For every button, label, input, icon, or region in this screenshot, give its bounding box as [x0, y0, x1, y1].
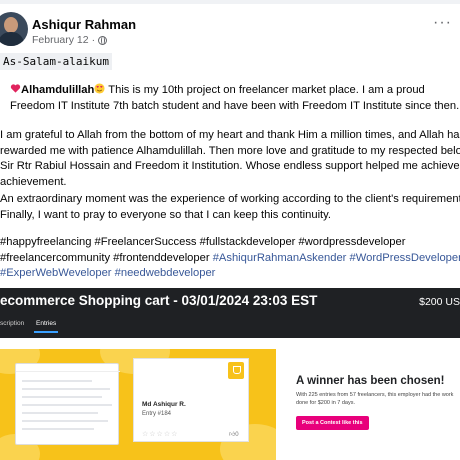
winner-headline: A winner has been chosen!	[296, 375, 445, 387]
preview-row	[22, 388, 110, 390]
preview-header	[16, 364, 120, 372]
post-date[interactable]: February 12	[32, 34, 89, 46]
entry-author[interactable]: Md Ashiqur R.	[142, 401, 186, 408]
p2-line-4: achievement.	[0, 176, 67, 189]
post-meta: February 12 ·	[32, 34, 108, 46]
post-paragraph-1: Alhamdulillah This is my 10th project on…	[10, 83, 459, 114]
project-title: ecommerce Shopping cart - 03/01/2024 23:…	[0, 293, 318, 308]
hashtag-link-needwebdeveloper[interactable]: #needwebdeveloper	[115, 267, 216, 279]
p1-line-1: This is my 10th project on freelancer ma…	[105, 84, 425, 96]
p2-line-3: Sir Rtr Rabiul Hossain and Freedom it In…	[0, 160, 460, 173]
hashtag-link-wordpress[interactable]: #WordPressDeveloper	[350, 252, 460, 264]
hashtags-line-1: #happyfreelancing #FreelancerSuccess #fu…	[0, 236, 406, 248]
tab-entries[interactable]: Entries	[34, 320, 59, 333]
greeting-text: As-Salam-alaikum	[0, 53, 112, 70]
more-options-icon[interactable]: ···	[433, 14, 452, 32]
rating-stars-icon: ☆☆☆☆☆	[142, 431, 179, 438]
p1-line-2: Freedom IT Institute 7th batch student a…	[10, 99, 460, 112]
hashtags-line-2: #freelancercommunity #frontenddeveloper	[0, 251, 213, 264]
project-price: $200 US	[419, 296, 460, 308]
post-paragraph-3: An extraordinary moment was the experien…	[0, 192, 460, 223]
like-count[interactable]: 👍︎0	[229, 430, 239, 438]
p2-line-1: I am grateful to Allah from the bottom o…	[0, 129, 460, 141]
avatar-face	[4, 17, 18, 33]
preview-row	[22, 420, 108, 422]
hashtag-link-askender[interactable]: #AshiqurRahmanAskender	[213, 252, 347, 264]
winner-description: With 225 entries from 57 freelancers, th…	[296, 392, 454, 406]
preview-row	[22, 412, 98, 414]
post-paragraph-2: I am grateful to Allah from the bottom o…	[0, 128, 460, 191]
preview-row	[22, 404, 112, 406]
heart-eyes-emoji-icon	[94, 83, 105, 94]
entry-preview-thumbnail[interactable]	[15, 363, 120, 445]
p2-line-2: rewarded me with patience Alhamdulillah.…	[0, 144, 460, 157]
post-contest-button[interactable]: Post a Contest like this	[296, 416, 369, 430]
hashtag-link-experweb[interactable]: #ExperWebWeveloper	[0, 267, 112, 279]
p3-line-1: An extraordinary moment was the experien…	[0, 193, 460, 205]
trophy-icon	[228, 362, 244, 379]
avatar-body	[0, 32, 24, 46]
globe-icon	[98, 35, 108, 45]
preview-row	[22, 428, 94, 430]
date-separator: ·	[91, 34, 96, 46]
preview-row	[22, 380, 92, 382]
alhamdulillah-text: Alhamdulillah	[21, 84, 95, 96]
p3-line-2: Finally, I want to pray to everyone so t…	[0, 208, 332, 221]
heart-icon	[10, 84, 21, 93]
post-card: Ashiqur Rahman February 12 · ··· As-Sala…	[0, 0, 460, 460]
hashtags: #happyfreelancing #FreelancerSuccess #fu…	[0, 235, 460, 282]
feed-divider	[0, 0, 460, 4]
preview-row	[22, 396, 102, 398]
like-count-value: 0	[235, 432, 239, 438]
tab-description[interactable]: scription	[0, 320, 24, 327]
avatar[interactable]	[0, 12, 28, 46]
author-name[interactable]: Ashiqur Rahman	[32, 17, 136, 32]
entry-number: Entry #184	[142, 411, 172, 417]
